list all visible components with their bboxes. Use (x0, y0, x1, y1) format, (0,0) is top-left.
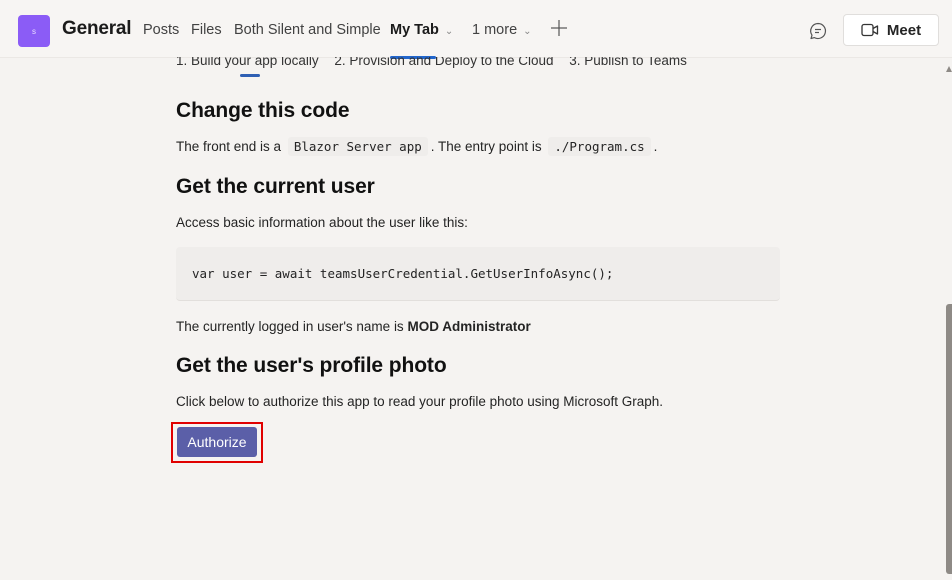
scrollbar-thumb[interactable] (946, 304, 952, 574)
tab-files[interactable]: Files (191, 22, 222, 38)
tab-more[interactable]: 1 more ⌄ (472, 22, 532, 38)
text-fragment: . (653, 139, 658, 154)
current-user-description: Access basic information about the user … (176, 215, 468, 230)
video-camera-icon (861, 23, 879, 37)
user-name: MOD Administrator (407, 319, 531, 334)
authorize-description: Click below to authorize this app to rea… (176, 394, 664, 409)
chevron-down-icon: ⌄ (523, 26, 532, 37)
chevron-down-icon: ⌄ (444, 26, 454, 37)
text-fragment: . The entry point is (430, 139, 542, 154)
logged-in-user-line: The currently logged in user's name is M… (176, 319, 531, 334)
tab-posts[interactable]: Posts (143, 22, 179, 38)
inline-code-program: ./Program.cs (548, 137, 651, 156)
plus-icon[interactable] (550, 19, 568, 37)
heading-change-this-code: Change this code (176, 99, 350, 122)
heading-get-current-user: Get the current user (176, 175, 375, 198)
scroll-up-arrow-icon[interactable] (946, 66, 952, 72)
authorize-button[interactable]: Authorize (177, 427, 257, 457)
user-line-prefix: The currently logged in user's name is (176, 319, 404, 334)
tab-label: 1 more (472, 22, 518, 38)
tab-my-tab[interactable]: My Tab ⌄ (390, 22, 453, 38)
tab-label: My Tab (390, 22, 439, 38)
team-avatar[interactable]: s (18, 15, 50, 47)
code-block: var user = await teamsUserCredential.Get… (176, 247, 780, 301)
meet-label: Meet (886, 21, 922, 39)
front-end-description: The front end is a Blazor Server app. Th… (176, 137, 658, 156)
step-indicator (240, 74, 260, 77)
chat-icon[interactable] (808, 21, 828, 41)
channel-name: General (62, 18, 132, 39)
inline-code-blazor: Blazor Server app (287, 137, 428, 156)
channel-header: s General Posts Files Both Silent and Si… (0, 0, 952, 59)
tab-both-silent-and-simple[interactable]: Both Silent and Simple (234, 22, 381, 38)
heading-profile-photo: Get the user's profile photo (176, 354, 447, 377)
text-fragment: The front end is a (176, 139, 282, 154)
meet-button[interactable]: Meet (843, 14, 939, 46)
